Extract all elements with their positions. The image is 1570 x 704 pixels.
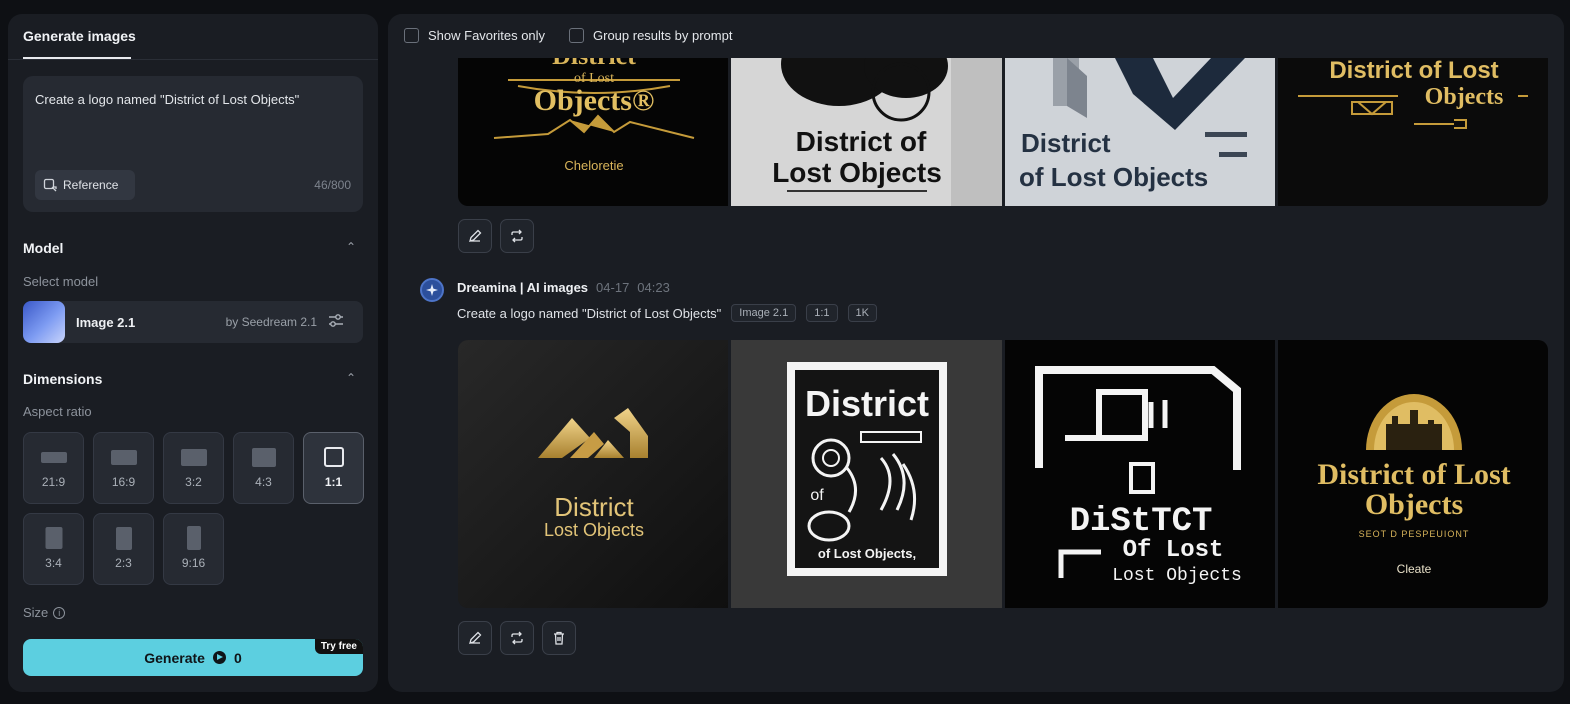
ratio-1-1[interactable]: 1:1 [303,432,364,504]
logo-text: Lost Objects [1112,566,1242,586]
result-image[interactable]: District Lost Objects [458,340,729,608]
prompt-text[interactable]: Create a logo named "District of Lost Ob… [35,92,299,107]
logo-text: District [805,383,929,424]
favorites-only-checkbox[interactable]: Show Favorites only [404,28,545,43]
generate-label: Generate [144,649,205,666]
favorites-only-label: Show Favorites only [428,28,546,43]
select-model-label: Select model [23,274,99,289]
logo-text: District [552,58,636,70]
credit-count: 0 [233,649,242,666]
logo-text: of Lost Objects [1019,162,1208,192]
checkbox-icon[interactable] [569,28,584,43]
source-name: Dreamina | AI images [457,280,589,295]
edit-button[interactable] [458,219,492,253]
results-panel: Show Favorites only Group results by pro… [388,14,1564,692]
delete-button[interactable] [542,621,576,655]
ratio-4-3[interactable]: 4:3 [233,432,294,504]
ratio-9-16[interactable]: 9:16 [163,513,224,585]
result-image[interactable]: District of Lost Objects SEOT D PESPEUIO… [1277,340,1548,608]
logo-text: of [811,487,825,504]
prompt-input[interactable]: Create a logo named "District of Lost Ob… [23,76,363,212]
ratio-3-2[interactable]: 3:2 [163,432,224,504]
model-selector[interactable]: Image 2.1 by Seedream 2.1 [23,301,363,343]
generation-details: Create a logo named "District of Lost Ob… [457,304,877,322]
generation-source: Dreamina | AI images 04-17 04:23 [457,280,670,295]
ratio-3-4[interactable]: 3:4 [23,513,84,585]
current-image-row: District Lost Objects District of of Los… [458,340,1548,608]
ratio-2-3[interactable]: 2:3 [93,513,154,585]
model-tag: Image 2.1 [731,304,797,322]
credit-icon [212,651,226,664]
logo-text: DiStTCT [1069,503,1212,541]
result-image[interactable]: District of Lost Objects [1277,58,1548,206]
pencil-icon [469,631,482,644]
tab-generate-images[interactable]: Generate images [23,28,136,44]
settings-sliders-icon[interactable] [327,312,345,330]
dimensions-section-title: Dimensions [23,371,103,387]
logo-text: Of Lost [1122,537,1223,564]
checkbox-icon[interactable] [404,28,419,43]
info-icon[interactable]: i [53,606,66,619]
previous-image-row: District of Lost Objects® Cheloretie Dis… [458,58,1548,206]
model-name: Image 2.1 [76,315,136,330]
model-section-title: Model [23,240,64,256]
char-counter: 46/800 [314,178,351,192]
logo-text: Cleate [1396,562,1431,576]
regenerate-button[interactable] [500,621,534,655]
panel-tabbar: Generate images [8,14,378,60]
active-tab-indicator [23,57,131,59]
logo-text: Objects [1424,84,1503,110]
regenerate-button[interactable] [500,219,534,253]
previous-row-toolbar [458,219,534,253]
try-free-badge: Try free [314,639,363,654]
pencil-icon [469,229,482,242]
generation-date: 04-17 [596,280,630,295]
reference-label: Reference [63,178,119,192]
chevron-up-icon[interactable]: ⌃ [346,240,356,254]
result-image[interactable]: DiStTCT Of Lost Lost Objects [1004,340,1275,608]
reference-button[interactable]: Reference [35,170,135,200]
size-text: Size [23,605,49,620]
result-image[interactable]: District of Lost Objects [1004,58,1275,206]
results-filter-bar: Show Favorites only Group results by pro… [388,14,1564,58]
generate-button[interactable]: Generate 0 Try free [23,639,363,676]
generate-panel: Generate images Create a logo named "Dis… [8,14,378,692]
aspect-ratio-label: Aspect ratio [23,404,92,419]
image-reference-icon [43,178,57,192]
logo-text: Lost Objects [772,157,942,188]
ratio-21-9[interactable]: 21:9 [23,432,84,504]
trash-icon [554,631,564,645]
dreamina-avatar [420,278,444,302]
group-by-prompt-checkbox[interactable]: Group results by prompt [569,28,732,43]
model-thumbnail [23,301,65,343]
repeat-icon [511,631,523,645]
logo-text: Objects [1365,488,1463,521]
logo-text: SEOT D PESPEUIONT [1358,529,1469,539]
chevron-up-icon[interactable]: ⌃ [346,371,356,385]
logo-text: District of Lost [1329,58,1498,84]
ratio-tag: 1:1 [806,304,838,322]
logo-text: District of Lost [1317,458,1510,491]
result-image[interactable]: District of Lost Objects [731,58,1002,206]
edit-button[interactable] [458,621,492,655]
result-image[interactable]: District of Lost Objects® Cheloretie [458,58,729,206]
result-image[interactable]: District of of Lost Objects, [731,340,1002,608]
logo-text: of Lost Objects, [818,546,916,561]
current-row-toolbar [458,621,576,655]
generation-time: 04:23 [637,280,670,295]
repeat-icon [511,229,523,243]
logo-text: District [1021,128,1111,158]
logo-text: District [554,492,634,522]
model-provider: by Seedream 2.1 [225,315,317,329]
resolution-tag: 1K [847,304,877,322]
logo-text: Objects® [534,84,655,117]
size-label: Size i [23,605,66,620]
generation-prompt[interactable]: Create a logo named "District of Lost Ob… [457,306,721,321]
group-by-prompt-label: Group results by prompt [593,28,733,43]
logo-text: District of [796,126,927,157]
ratio-16-9[interactable]: 16:9 [93,432,154,504]
logo-text: Cheloretie [564,158,623,173]
logo-text: Lost Objects [544,520,644,540]
sparkle-icon [426,284,438,296]
